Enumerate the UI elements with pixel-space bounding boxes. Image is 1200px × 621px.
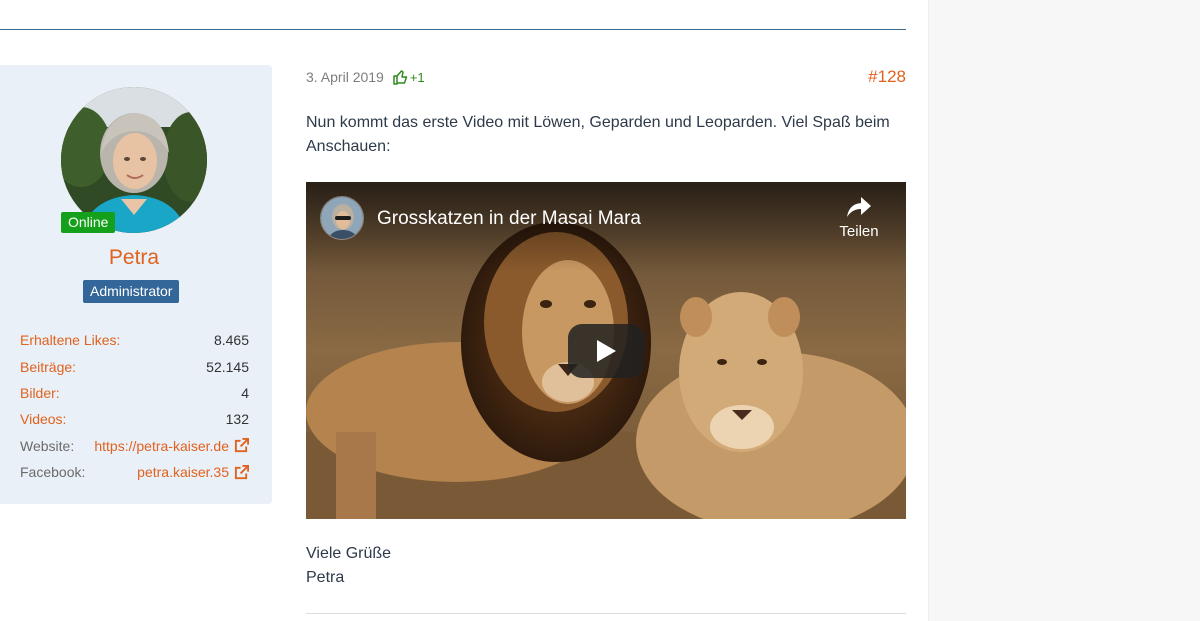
external-link-icon bbox=[234, 464, 249, 479]
post-date[interactable]: 3. April 2019 bbox=[306, 69, 384, 85]
stat-value-likes: 8.465 bbox=[213, 332, 249, 349]
stat-label-images[interactable]: Bilder: bbox=[20, 385, 60, 401]
facebook-link[interactable]: petra.kaiser.35 bbox=[137, 464, 249, 480]
stat-label-videos[interactable]: Videos: bbox=[20, 411, 66, 427]
user-card: Online Petra Administrator Erhaltene Lik… bbox=[0, 65, 272, 504]
user-stats: Erhaltene Likes: 8.465 Beiträge: 52.145 … bbox=[20, 327, 249, 485]
thumbs-up-icon bbox=[393, 70, 408, 85]
video-embed[interactable]: Grosskatzen in der Masai Mara Teilen bbox=[306, 182, 906, 519]
post-signature-block: Viele Grüße Petra bbox=[306, 542, 391, 590]
stat-value-videos: 132 bbox=[225, 411, 249, 428]
share-icon bbox=[847, 197, 871, 217]
online-status-badge: Online bbox=[61, 212, 116, 233]
stat-label-likes[interactable]: Erhaltene Likes: bbox=[20, 332, 120, 348]
website-link[interactable]: https://petra-kaiser.de bbox=[94, 438, 249, 454]
channel-avatar[interactable] bbox=[320, 196, 364, 240]
stat-label-facebook: Facebook: bbox=[20, 464, 86, 481]
stat-row-likes: Erhaltene Likes: 8.465 bbox=[20, 327, 249, 353]
play-button[interactable] bbox=[568, 324, 644, 378]
user-name-link[interactable]: Petra bbox=[0, 246, 268, 270]
post-body: Nun kommt das erste Video mit Löwen, Gep… bbox=[306, 114, 890, 155]
like-button[interactable]: +1 bbox=[392, 69, 425, 85]
stat-row-images: Bilder: 4 bbox=[20, 380, 249, 406]
stat-value-images: 4 bbox=[241, 384, 249, 401]
post-bottom-divider bbox=[306, 613, 906, 614]
share-label: Teilen bbox=[839, 223, 879, 240]
stat-value-posts: 52.145 bbox=[206, 358, 249, 375]
stat-row-videos: Videos: 132 bbox=[20, 406, 249, 432]
post-number-link[interactable]: #128 bbox=[868, 67, 906, 87]
play-icon bbox=[597, 340, 616, 362]
stat-row-posts: Beiträge: 52.145 bbox=[20, 353, 249, 379]
stat-label-website: Website: bbox=[20, 437, 75, 454]
stat-row-website: Website: https://petra-kaiser.de bbox=[20, 433, 249, 459]
right-sidebar bbox=[928, 0, 1200, 621]
share-button[interactable]: Teilen bbox=[830, 196, 888, 252]
signature-text: Petra bbox=[306, 569, 345, 586]
post-meta: 3. April 2019 +1 bbox=[306, 67, 425, 87]
website-link-text: https://petra-kaiser.de bbox=[94, 437, 229, 454]
video-title[interactable]: Grosskatzen in der Masai Mara bbox=[377, 208, 641, 230]
top-divider bbox=[0, 29, 906, 30]
role-badge: Administrator bbox=[83, 280, 180, 303]
external-link-icon bbox=[234, 438, 249, 453]
greeting-text: Viele Grüße bbox=[306, 545, 392, 562]
facebook-link-text: petra.kaiser.35 bbox=[137, 464, 229, 481]
stat-row-facebook: Facebook: petra.kaiser.35 bbox=[20, 459, 249, 485]
stat-label-posts[interactable]: Beiträge: bbox=[20, 359, 76, 375]
like-count: +1 bbox=[409, 69, 425, 85]
